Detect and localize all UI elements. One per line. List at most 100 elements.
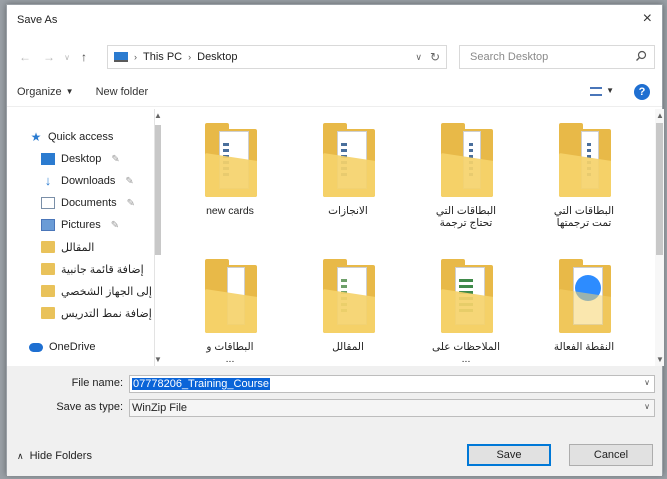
nav-item-pictures[interactable]: Pictures ✎ (41, 215, 119, 235)
folder-icon (559, 259, 611, 333)
nav-item-folder[interactable]: المقالل (41, 237, 94, 257)
folder-label: المقالل (332, 341, 364, 353)
hide-folders-button[interactable]: ∧ Hide Folders (17, 450, 92, 462)
recent-locations-chevron-icon[interactable]: ∨ (59, 53, 75, 62)
scroll-up-icon[interactable]: ▲ (154, 111, 162, 120)
title-bar: Save As × (7, 5, 662, 35)
scrollbar-thumb[interactable] (155, 125, 161, 255)
new-folder-button[interactable]: New folder (96, 86, 149, 98)
folder-icon (41, 241, 55, 253)
address-dropdown-icon[interactable]: ∨ (415, 52, 422, 63)
nav-item-folder[interactable]: إضافة قائمة جانبية (41, 259, 144, 279)
folder-tile[interactable]: الانجازات (293, 111, 403, 229)
folder-icon (323, 123, 375, 197)
folder-tile[interactable]: النقطة الفعالة (529, 247, 639, 365)
folder-icon (41, 307, 55, 319)
documents-icon (41, 197, 55, 209)
nav-item-label: Downloads (61, 175, 116, 187)
navigation-pane: ★ Quick access Desktop ✎ ↓ Downloads ✎ D… (7, 109, 155, 366)
downloads-icon: ↓ (44, 173, 52, 188)
this-pc-icon (114, 52, 128, 62)
forward-arrow-icon[interactable]: → (41, 50, 57, 64)
folder-label: الملاحظات على ... (431, 341, 501, 365)
folder-tile[interactable]: البطاقات التي تمت ترجمتها (529, 111, 639, 229)
chevron-down-icon: ▼ (65, 87, 74, 96)
save-as-dialog: Save As × ← → ∨ ↑ › This PC › Desktop ∨ … (6, 4, 664, 476)
save-button[interactable]: Save (467, 444, 551, 466)
scroll-down-icon[interactable]: ▼ (656, 355, 664, 364)
folder-label: الانجازات (328, 205, 368, 217)
search-input[interactable]: Search Desktop (459, 45, 655, 69)
nav-item-onedrive[interactable]: OneDrive (29, 337, 95, 357)
file-name-field[interactable]: 07778206_Training_Course ∨ (129, 375, 655, 393)
folder-label: البطاقات التي تمت ترجمتها (553, 205, 615, 229)
nav-item-downloads[interactable]: ↓ Downloads ✎ (41, 171, 134, 191)
folder-tile[interactable]: البطاقات و ... (175, 247, 285, 365)
nav-item-label: Documents (61, 197, 117, 209)
chevron-down-icon[interactable]: ▼ (606, 86, 614, 95)
chevron-down-icon[interactable]: ∨ (644, 402, 650, 411)
nav-scrollbar[interactable]: ▲ ▼ (153, 109, 163, 366)
back-arrow-icon[interactable]: ← (17, 50, 33, 64)
scroll-down-icon[interactable]: ▼ (154, 355, 162, 364)
nav-item-label: إلى الجهاز الشخصي (61, 285, 152, 298)
folder-icon (559, 123, 611, 197)
breadcrumb-desktop[interactable]: Desktop (197, 51, 237, 63)
nav-item-documents[interactable]: Documents ✎ (41, 193, 135, 213)
folder-icon (323, 259, 375, 333)
nav-item-label: Desktop (61, 153, 102, 165)
breadcrumb-separator: › (134, 52, 137, 62)
nav-item-desktop[interactable]: Desktop ✎ (41, 149, 120, 169)
nav-item-label: إضافة نمط التدريس (61, 307, 152, 320)
address-row: ← → ∨ ↑ › This PC › Desktop ∨ ↻ Search D… (7, 45, 662, 69)
folder-tile[interactable]: new cards (175, 111, 285, 229)
nav-item-label: إضافة قائمة جانبية (61, 263, 144, 276)
command-toolbar: Organize ▼ New folder ▼ ? (7, 77, 662, 107)
view-options-icon[interactable] (590, 87, 602, 96)
cloud-icon (29, 342, 43, 352)
pin-icon: ✎ (111, 153, 120, 165)
file-list: new cards الانجازات البطاقات التي تحتاج … (165, 109, 653, 366)
star-icon: ★ (30, 130, 42, 144)
scrollbar-thumb[interactable] (656, 123, 663, 255)
pictures-icon (41, 219, 55, 231)
refresh-icon[interactable]: ↻ (430, 50, 440, 64)
folder-label: البطاقات و ... (206, 341, 254, 365)
folder-icon (441, 259, 493, 333)
folder-icon (205, 123, 257, 197)
file-list-scrollbar[interactable]: ▲ ▼ (655, 109, 664, 366)
nav-item-label: Quick access (48, 131, 114, 143)
desktop-icon (41, 153, 55, 165)
nav-item-folder[interactable]: إلى الجهاز الشخصي (41, 281, 152, 301)
scroll-up-icon[interactable]: ▲ (656, 111, 664, 120)
folder-tile[interactable]: البطاقات التي تحتاج ترجمة (411, 111, 521, 229)
organize-label: Organize (17, 85, 62, 98)
nav-item-folder[interactable]: إضافة نمط التدريس (41, 303, 152, 323)
pin-icon: ✎ (125, 175, 134, 187)
folder-label: النقطة الفعالة (553, 341, 615, 353)
folder-tile[interactable]: الملاحظات على ... (411, 247, 521, 365)
save-type-select[interactable]: WinZip File ∨ (129, 399, 655, 417)
nav-item-label: المقالل (61, 241, 95, 254)
folder-label: البطاقات التي تحتاج ترجمة (435, 205, 497, 229)
close-icon[interactable]: × (643, 10, 652, 28)
folder-icon (205, 259, 257, 333)
address-bar[interactable]: › This PC › Desktop ∨ ↻ (107, 45, 447, 69)
folder-icon (441, 123, 493, 197)
organize-button[interactable]: Organize ▼ (17, 86, 74, 98)
folder-label: new cards (206, 205, 254, 217)
cancel-button[interactable]: Cancel (569, 444, 653, 466)
folder-tile[interactable]: المقالل (293, 247, 403, 365)
nav-item-label: OneDrive (49, 341, 96, 353)
file-name-value: 07778206_Training_Course (132, 378, 270, 390)
breadcrumb-this-pc[interactable]: This PC (143, 51, 182, 63)
folder-icon (41, 263, 55, 275)
save-options-area: File name: 07778206_Training_Course ∨ Sa… (7, 366, 662, 476)
chevron-down-icon[interactable]: ∨ (644, 378, 650, 387)
pin-icon: ✎ (126, 197, 136, 209)
search-placeholder: Search Desktop (470, 51, 549, 63)
nav-item-quick-access[interactable]: ★ Quick access (29, 127, 114, 147)
hide-folders-label: Hide Folders (29, 450, 92, 462)
up-arrow-icon[interactable]: ↑ (75, 50, 93, 64)
help-icon[interactable]: ? (634, 84, 650, 100)
